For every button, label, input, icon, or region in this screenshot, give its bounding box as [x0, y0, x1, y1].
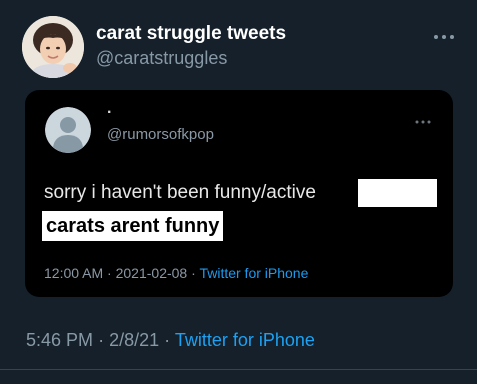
default-avatar-icon[interactable]: [45, 107, 91, 153]
separator: ·: [107, 265, 112, 281]
author-avatar[interactable]: [22, 16, 84, 78]
quoted-tweet-card[interactable]: . @rumorsofkpop sorry i haven't been fun…: [25, 90, 453, 297]
separator: ·: [98, 330, 105, 350]
quoted-tweet-text: sorry i haven't been funny/active: [44, 182, 316, 203]
tweet-source-link[interactable]: Twitter for iPhone: [175, 330, 315, 350]
more-options-icon[interactable]: [433, 28, 455, 39]
separator: ·: [191, 265, 196, 281]
divider: [0, 369, 477, 370]
quoted-date: 2021-02-08: [115, 265, 188, 281]
author-handle[interactable]: @caratstruggles: [96, 48, 227, 69]
tweet-time: 5:46 PM: [26, 330, 94, 350]
quoted-more-options-icon[interactable]: [415, 112, 431, 124]
profile-photo-icon: [22, 16, 84, 78]
tweet-date: 2/8/21: [109, 330, 160, 350]
tweet-page: carat struggle tweets @caratstruggles . …: [0, 0, 477, 384]
tweet-metadata: 5:46 PM · 2/8/21 · Twitter for iPhone: [26, 330, 315, 351]
quoted-author-handle[interactable]: @rumorsofkpop: [107, 126, 214, 143]
highlighted-text: carats arent funny: [42, 211, 224, 241]
quoted-author-name[interactable]: .: [107, 100, 111, 118]
quoted-source-link[interactable]: Twitter for iPhone: [199, 265, 308, 281]
quoted-time: 12:00 AM: [44, 265, 104, 281]
author-name[interactable]: carat struggle tweets: [96, 23, 286, 45]
redaction-box: [358, 179, 437, 207]
separator: ·: [164, 330, 171, 350]
quoted-tweet-metadata: 12:00 AM · 2021-02-08 · Twitter for iPho…: [44, 265, 308, 281]
